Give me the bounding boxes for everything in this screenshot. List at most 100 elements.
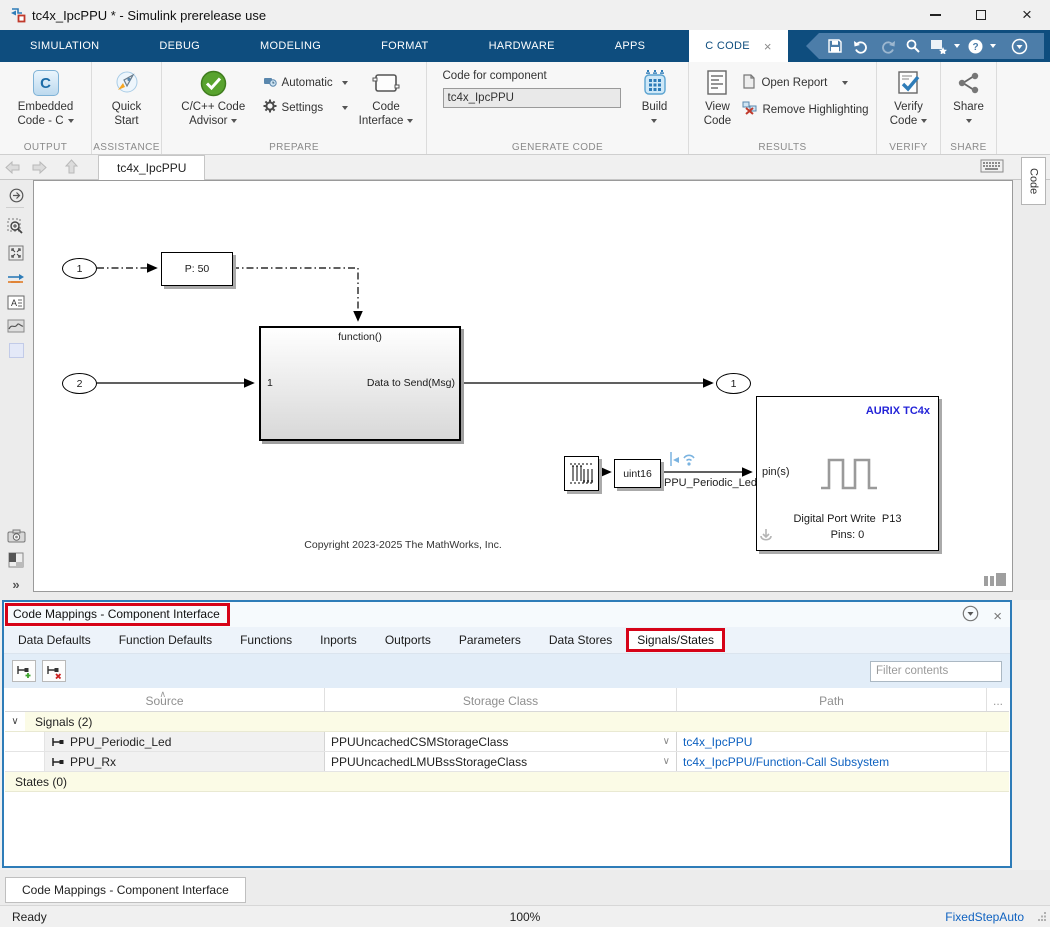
save-icon[interactable] [824, 36, 846, 56]
tab-signals-states-annotated[interactable]: Signals/States [626, 628, 725, 652]
tab-close-icon[interactable]: × [764, 39, 772, 54]
minimize-icon [930, 14, 941, 16]
share-button[interactable]: Share [947, 66, 990, 128]
help-icon[interactable]: ? [964, 36, 986, 56]
path-link[interactable]: tc4x_IpcPPU/Function-Call Subsystem [683, 755, 889, 769]
collapse-chevron-icon[interactable]: ∨ [5, 712, 25, 731]
help-dropdown-caret[interactable] [990, 44, 996, 48]
panel-header: Code Mappings - Component Interface × [4, 602, 1010, 627]
viewmarks-icon[interactable] [4, 549, 28, 571]
maximize-button[interactable] [958, 0, 1004, 30]
path-link[interactable]: tc4x_IpcPPU [683, 735, 752, 749]
canvas-badge-icon [984, 573, 1006, 586]
parameter-block[interactable]: P: 50 [161, 252, 233, 286]
dropdown-caret [68, 119, 74, 123]
column-header-path[interactable]: Path [677, 688, 987, 711]
tab-debug[interactable]: DEBUG [129, 30, 230, 62]
tab-function-defaults[interactable]: Function Defaults [105, 628, 226, 652]
minimize-button[interactable] [912, 0, 958, 30]
signal-editor-icon [568, 460, 595, 487]
screenshot-favorite-icon[interactable] [928, 36, 950, 56]
zoom-region-icon[interactable] [4, 216, 28, 238]
table-row[interactable]: PPU_Periodic_Led PPUUncachedCSMStorageCl… [5, 732, 1009, 752]
states-group-row[interactable]: States (0) [5, 772, 1009, 792]
source-cell[interactable]: PPU_Periodic_Led [45, 732, 325, 751]
section-caption-results: RESULTS [689, 142, 876, 153]
inport-1-block[interactable]: 1 [62, 258, 97, 279]
undo-icon[interactable] [850, 36, 872, 56]
screenshot-camera-icon[interactable] [4, 525, 28, 547]
back-icon[interactable] [0, 161, 26, 174]
storage-class-dropdown[interactable]: PPUUncachedCSMStorageClass ∨ [325, 732, 677, 751]
keyboard-shortcuts-icon[interactable] [980, 159, 1004, 178]
automatic-dropdown[interactable]: Automatic [263, 72, 349, 93]
more-tools-icon[interactable]: » [4, 573, 28, 595]
signal-editor-block[interactable] [564, 456, 599, 491]
tab-simulation[interactable]: SIMULATION [0, 30, 129, 62]
model-canvas[interactable]: 1 2 P: 50 function() 1 Data to Send(Msg)… [33, 180, 1013, 592]
column-header-more[interactable]: ... [987, 688, 1009, 711]
signal-lines-icon[interactable] [4, 268, 28, 290]
code-advisor-button[interactable]: C/C++ CodeAdvisor [168, 66, 259, 128]
dropdown-caret [342, 106, 348, 110]
tab-data-stores[interactable]: Data Stores [535, 628, 626, 652]
editor-area: A » 1 2 P: 50 function() 1 Data to Send(… [0, 180, 1050, 600]
redo-icon[interactable] [876, 36, 898, 56]
table-row[interactable]: PPU_Rx PPUUncachedLMUBssStorageClass ∨ t… [5, 752, 1009, 772]
tab-c-code-active[interactable]: C CODE × [689, 30, 788, 62]
model-breadcrumb-tab[interactable]: tc4x_IpcPPU [98, 155, 205, 180]
image-icon[interactable] [4, 315, 28, 337]
resize-grip[interactable] [1037, 910, 1047, 924]
area-icon[interactable] [4, 339, 28, 361]
tab-outports[interactable]: Outports [371, 628, 445, 652]
signal-name-label[interactable]: PPU_Periodic_Led [664, 477, 757, 489]
filter-contents-input[interactable] [870, 661, 1002, 682]
build-button[interactable]: Build [629, 66, 681, 128]
ribbon: C Embedded Code - C OUTPUT QuickStart AS… [0, 62, 1050, 155]
aurix-board-label: AURIX TC4x [866, 405, 930, 417]
component-name-input[interactable] [443, 88, 621, 108]
tab-functions[interactable]: Functions [226, 628, 306, 652]
tab-format[interactable]: FORMAT [351, 30, 458, 62]
tab-apps[interactable]: APPS [585, 30, 676, 62]
column-header-source[interactable]: ∧Source [5, 688, 325, 711]
hide-browser-icon[interactable] [4, 184, 28, 206]
code-mappings-dock-tab[interactable]: Code Mappings - Component Interface [5, 877, 246, 903]
tab-parameters[interactable]: Parameters [445, 628, 535, 652]
forward-icon[interactable] [26, 161, 52, 174]
remove-highlighting-button[interactable]: Remove Highlighting [742, 99, 868, 120]
screenshot-dropdown-caret[interactable] [954, 44, 960, 48]
outport-1-block[interactable]: 1 [716, 373, 751, 394]
gear-icon [263, 99, 277, 116]
function-call-subsystem-block[interactable]: function() 1 Data to Send(Msg) [259, 326, 461, 441]
data-type-conversion-block[interactable]: uint16 [614, 459, 661, 488]
tab-inports[interactable]: Inports [306, 628, 371, 652]
panel-close-icon[interactable]: × [993, 608, 1002, 625]
tab-modeling[interactable]: MODELING [230, 30, 351, 62]
panel-minimize-icon[interactable] [962, 605, 979, 627]
signals-group-row[interactable]: ∨ Signals (2) [5, 712, 1009, 732]
code-side-tab[interactable]: Code [1021, 157, 1046, 205]
minimize-toolstrip-icon[interactable] [1008, 36, 1030, 56]
close-button[interactable]: × [1004, 0, 1050, 30]
code-interface-button[interactable]: CodeInterface [352, 66, 420, 128]
remove-signal-button[interactable] [42, 660, 66, 682]
settings-dropdown[interactable]: Settings [263, 97, 349, 118]
inport-2-block[interactable]: 2 [62, 373, 97, 394]
aurix-digital-port-write-block[interactable]: AURIX TC4x pin(s) Digital Port Write P13… [756, 396, 939, 551]
embedded-code-button[interactable]: C Embedded Code - C [6, 66, 85, 128]
tab-data-defaults[interactable]: Data Defaults [4, 628, 105, 652]
storage-class-dropdown[interactable]: PPUUncachedLMUBssStorageClass ∨ [325, 752, 677, 771]
column-header-storage-class[interactable]: Storage Class [325, 688, 677, 711]
view-code-button[interactable]: ViewCode [696, 66, 738, 128]
add-signal-button[interactable] [12, 660, 36, 682]
search-icon[interactable] [902, 36, 924, 56]
quick-start-button[interactable]: QuickStart [98, 66, 155, 128]
verify-code-button[interactable]: VerifyCode [883, 66, 934, 128]
up-to-parent-icon[interactable] [58, 159, 84, 175]
open-report-dropdown[interactable]: Open Report [742, 72, 868, 93]
source-cell[interactable]: PPU_Rx [45, 752, 325, 771]
fit-to-view-icon[interactable] [4, 242, 28, 264]
tab-hardware[interactable]: HARDWARE [459, 30, 585, 62]
annotation-icon[interactable]: A [4, 291, 28, 313]
